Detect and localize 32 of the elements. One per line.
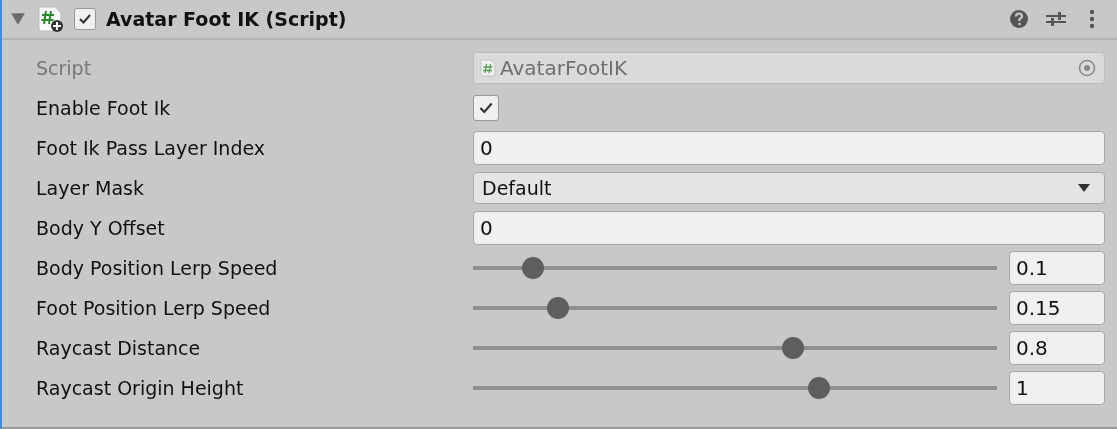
field-label: Raycast Origin Height: [35, 377, 245, 399]
field-label: Body Position Lerp Speed: [35, 257, 279, 279]
help-icon[interactable]: [1009, 9, 1029, 29]
number-field[interactable]: 0.8: [1009, 331, 1105, 365]
slider-thumb[interactable]: [522, 257, 545, 279]
field-label: Foot Position Lerp Speed: [35, 297, 272, 319]
settings-sliders-icon[interactable]: [1045, 9, 1067, 29]
more-menu-icon[interactable]: [1089, 9, 1095, 29]
script-add-icon: [38, 6, 64, 32]
field-label: Script: [35, 57, 93, 79]
dropdown-caret-icon: [1078, 184, 1090, 192]
field-label: Foot Ik Pass Layer Index: [35, 137, 267, 159]
number-field[interactable]: 0: [473, 211, 1105, 245]
enable-checkbox[interactable]: [74, 8, 96, 30]
number-field[interactable]: 0.15: [1009, 291, 1105, 325]
checkbox[interactable]: [473, 95, 499, 121]
script-field[interactable]: AvatarFootIK: [473, 52, 1105, 84]
field-label: Layer Mask: [35, 177, 145, 199]
component-title: Avatar Foot IK (Script): [106, 8, 347, 30]
slider-thumb[interactable]: [807, 377, 830, 399]
field-label: Enable Foot Ik: [35, 97, 172, 119]
field-label: Body Y Offset: [35, 217, 166, 239]
foldout-arrow-icon[interactable]: [10, 12, 26, 26]
number-field[interactable]: 0: [473, 131, 1105, 165]
slider-thumb[interactable]: [546, 297, 569, 319]
number-field[interactable]: 0.1: [1009, 251, 1105, 285]
layer-mask-dropdown[interactable]: Default: [473, 172, 1105, 204]
number-field[interactable]: 1: [1009, 371, 1105, 405]
script-file-icon: [480, 59, 496, 77]
object-picker-icon[interactable]: [1078, 59, 1096, 77]
slider-thumb[interactable]: [781, 337, 804, 359]
field-label: Raycast Distance: [35, 337, 202, 359]
